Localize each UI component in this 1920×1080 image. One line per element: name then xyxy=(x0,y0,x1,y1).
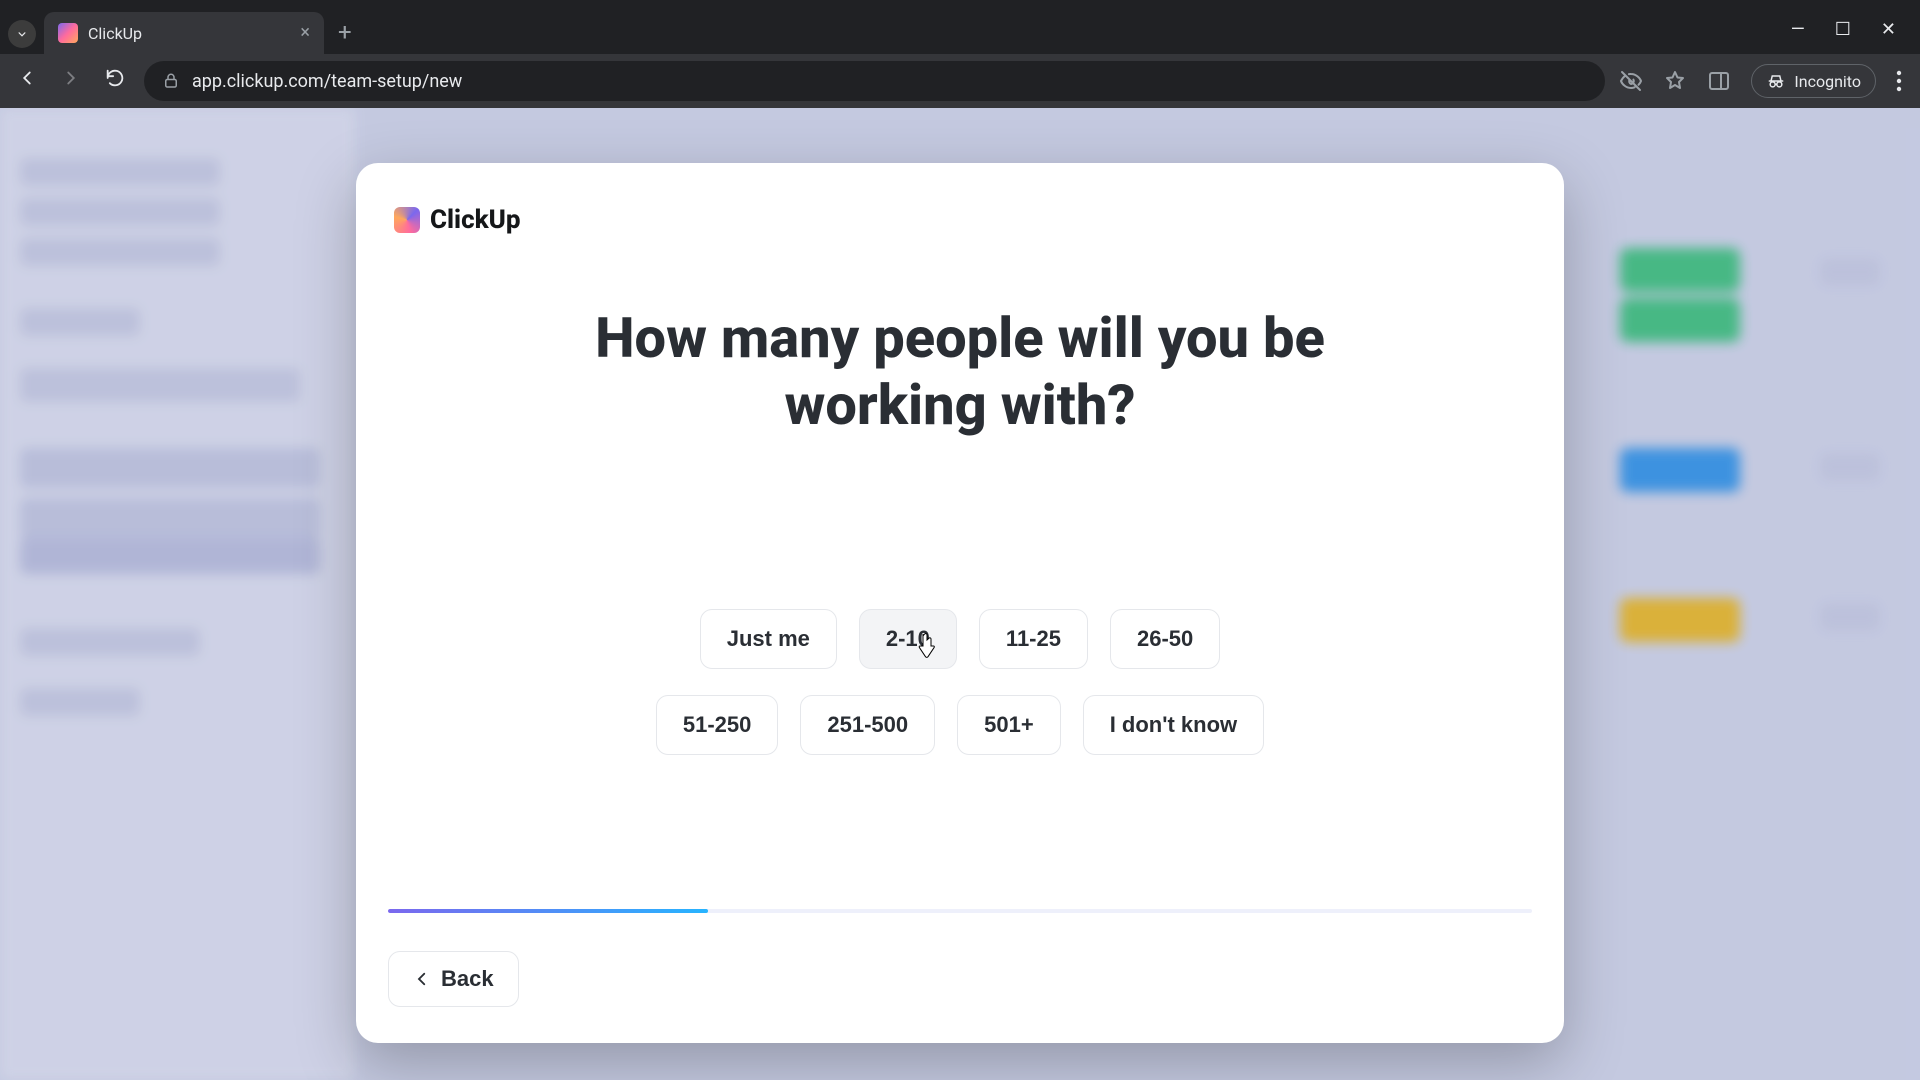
choice-26-50[interactable]: 26-50 xyxy=(1110,609,1220,669)
incognito-icon xyxy=(1766,71,1786,91)
onboarding-modal: ClickUp How many people will you be work… xyxy=(356,163,1564,1043)
incognito-badge[interactable]: Incognito xyxy=(1751,64,1876,98)
browser-toolbar: app.clickup.com/team-setup/new Incognito xyxy=(0,54,1920,108)
panel-icon[interactable] xyxy=(1707,69,1731,93)
kebab-menu-icon[interactable] xyxy=(1896,70,1902,92)
maximize-button[interactable]: ☐ xyxy=(1835,19,1851,40)
star-icon[interactable] xyxy=(1663,69,1687,93)
choice-row-2: 51-250 251-500 501+ I don't know xyxy=(656,695,1264,755)
reload-icon xyxy=(104,67,126,89)
incognito-label: Incognito xyxy=(1794,72,1861,91)
question-title: How many people will you be working with… xyxy=(580,305,1340,439)
choice-grid: Just me 2-10 11-25 26-50 51-250 251-500 … xyxy=(388,609,1532,755)
tab-title: ClickUp xyxy=(88,24,290,43)
choice-row-1: Just me 2-10 11-25 26-50 xyxy=(700,609,1221,669)
progress-fill xyxy=(388,909,708,913)
choice-501-plus[interactable]: 501+ xyxy=(957,695,1061,755)
choice-dont-know[interactable]: I don't know xyxy=(1083,695,1264,755)
brand-name: ClickUp xyxy=(430,205,521,235)
reload-button[interactable] xyxy=(100,67,130,95)
choice-11-25[interactable]: 11-25 xyxy=(979,609,1088,669)
window-controls: — ☐ ✕ xyxy=(1791,19,1920,54)
choice-2-10[interactable]: 2-10 xyxy=(859,609,957,669)
favicon-icon xyxy=(58,23,78,43)
choice-51-250[interactable]: 51-250 xyxy=(656,695,779,755)
arrow-right-icon xyxy=(60,67,82,89)
minimize-button[interactable]: — xyxy=(1791,19,1805,40)
choice-251-500[interactable]: 251-500 xyxy=(800,695,935,755)
chevron-down-icon xyxy=(15,27,29,41)
back-label: Back xyxy=(441,966,494,992)
back-button[interactable]: Back xyxy=(388,951,519,1007)
progress-bar xyxy=(388,909,1532,913)
close-tab-button[interactable]: × xyxy=(300,24,310,42)
choice-just-me[interactable]: Just me xyxy=(700,609,837,669)
chevron-left-icon xyxy=(413,970,431,988)
close-window-button[interactable]: ✕ xyxy=(1881,19,1896,40)
tab-search-button[interactable] xyxy=(8,20,36,48)
address-bar[interactable]: app.clickup.com/team-setup/new xyxy=(144,61,1605,101)
brand-logo-icon xyxy=(394,207,420,233)
arrow-left-icon xyxy=(16,67,38,89)
browser-tab[interactable]: ClickUp × xyxy=(44,12,324,54)
nav-forward-button[interactable] xyxy=(56,67,86,95)
url-text: app.clickup.com/team-setup/new xyxy=(192,71,462,92)
page-viewport: ClickUp How many people will you be work… xyxy=(0,108,1920,1080)
brand: ClickUp xyxy=(394,205,1532,235)
site-info-icon[interactable] xyxy=(162,72,180,90)
eye-off-icon[interactable] xyxy=(1619,69,1643,93)
nav-back-button[interactable] xyxy=(12,67,42,95)
new-tab-button[interactable]: + xyxy=(338,18,352,46)
browser-titlebar: ClickUp × + — ☐ ✕ xyxy=(0,0,1920,54)
